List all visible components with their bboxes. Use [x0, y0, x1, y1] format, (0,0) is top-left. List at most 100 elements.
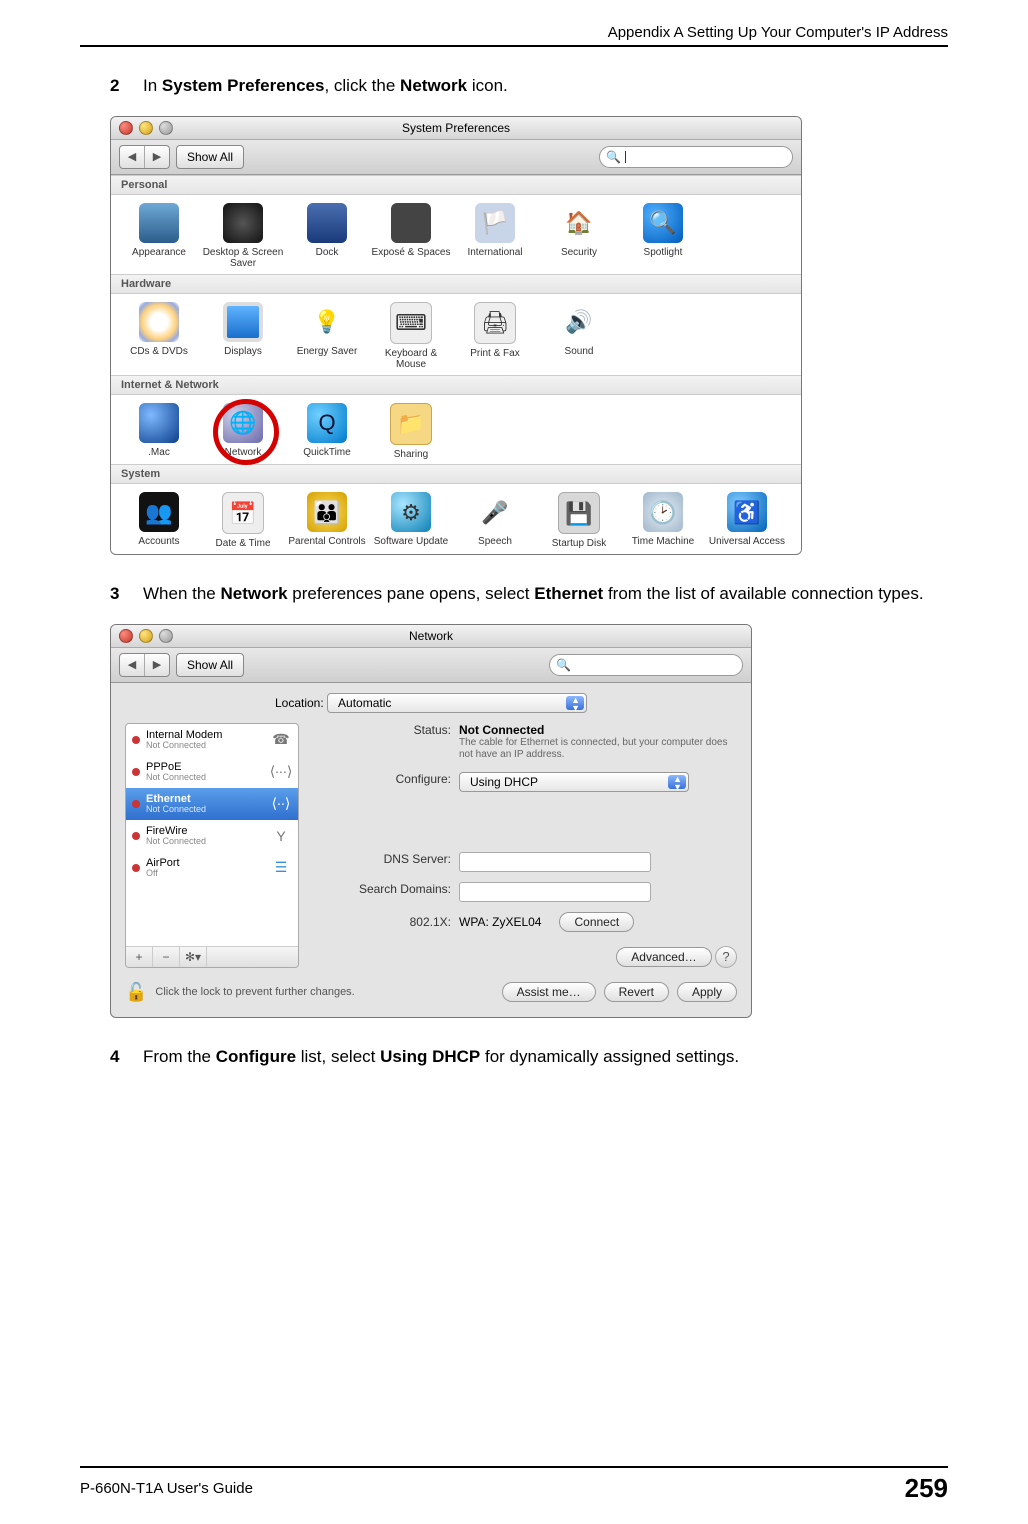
service-pppoe[interactable]: PPPoENot Connected ⟨∙∙∙⟩: [126, 756, 298, 788]
dot1x-value: WPA: ZyXEL04: [459, 915, 541, 929]
search-domains-label: Search Domains:: [311, 882, 451, 896]
page-number: 259: [905, 1473, 948, 1504]
help-button[interactable]: ?: [715, 946, 737, 968]
assist-me-button[interactable]: Assist me…: [502, 982, 596, 1002]
zoom-icon[interactable]: [159, 121, 173, 135]
startup-disk-icon: 💾: [558, 492, 600, 534]
pref-appearance[interactable]: Appearance: [117, 203, 201, 270]
status-dot-icon: [132, 832, 140, 840]
pref-network[interactable]: 🌐Network: [201, 403, 285, 461]
pref-parental[interactable]: 👪Parental Controls: [285, 492, 369, 550]
international-icon: 🏳️: [475, 203, 515, 243]
configure-label: Configure:: [311, 772, 451, 786]
location-label: Location:: [275, 696, 324, 710]
status-value: Not Connected: [459, 723, 544, 737]
display-icon: [223, 302, 263, 342]
sharing-icon: 📁: [390, 403, 432, 445]
status-label: Status:: [311, 723, 451, 737]
minimize-icon[interactable]: [139, 629, 153, 643]
pref-time-machine[interactable]: 🕑Time Machine: [621, 492, 705, 550]
advanced-button[interactable]: Advanced…: [616, 947, 711, 967]
step-text: In System Preferences, click the Network…: [143, 75, 948, 98]
expose-icon: [391, 203, 431, 243]
minimize-icon[interactable]: [139, 121, 153, 135]
pref-speech[interactable]: 🎤Speech: [453, 492, 537, 550]
pref-date-time[interactable]: 📅Date & Time: [201, 492, 285, 550]
service-list-tools: + − ✻▾: [126, 946, 298, 967]
lock-text: Click the lock to prevent further change…: [155, 986, 354, 998]
pref-dotmac[interactable]: .Mac: [117, 403, 201, 461]
forward-icon[interactable]: ▶: [144, 654, 169, 676]
pref-dock[interactable]: Dock: [285, 203, 369, 270]
network-window: Network ◀ ▶ Show All 🔍 Location: Au: [110, 624, 752, 1018]
location-select[interactable]: Automatic ▲▼: [327, 693, 587, 713]
pref-software-update[interactable]: ⚙Software Update: [369, 492, 453, 550]
step-text: From the Configure list, select Using DH…: [143, 1046, 948, 1069]
modem-icon: ☎: [270, 731, 292, 749]
back-icon[interactable]: ◀: [120, 146, 144, 168]
revert-button[interactable]: Revert: [604, 982, 669, 1002]
service-internal-modem[interactable]: Internal ModemNot Connected ☎: [126, 724, 298, 756]
zoom-icon[interactable]: [159, 629, 173, 643]
show-all-button[interactable]: Show All: [176, 145, 244, 169]
show-all-button[interactable]: Show All: [176, 653, 244, 677]
pref-sound[interactable]: 🔊Sound: [537, 302, 621, 371]
close-icon[interactable]: [119, 121, 133, 135]
search-icon: 🔍: [556, 658, 571, 672]
software-update-icon: ⚙: [391, 492, 431, 532]
apply-button[interactable]: Apply: [677, 982, 737, 1002]
pref-universal-access[interactable]: ♿Universal Access: [705, 492, 789, 550]
location-row: Location: Automatic ▲▼: [125, 693, 737, 713]
search-domains-input[interactable]: [459, 882, 651, 902]
section-personal: Appearance Desktop & Screen Saver Dock E…: [111, 195, 801, 274]
service-ethernet[interactable]: EthernetNot Connected ⟨∙∙⟩: [126, 788, 298, 820]
pref-security[interactable]: 🏠Security: [537, 203, 621, 270]
pref-international[interactable]: 🏳️International: [453, 203, 537, 270]
calendar-icon: 📅: [222, 492, 264, 534]
footer-guide: P-660N-T1A User's Guide: [80, 1480, 253, 1497]
pppoe-icon: ⟨∙∙∙⟩: [270, 763, 292, 781]
traffic-lights: [119, 629, 173, 643]
forward-icon[interactable]: ▶: [144, 146, 169, 168]
service-detail: Status: Not Connected The cable for Ethe…: [311, 723, 737, 968]
step-number: 3: [110, 583, 125, 606]
nav-back-forward[interactable]: ◀ ▶: [119, 653, 170, 677]
page-header: Appendix A Setting Up Your Computer's IP…: [80, 24, 948, 47]
speaker-icon: 🔊: [559, 302, 599, 342]
dock-icon: [307, 203, 347, 243]
pref-desktop-screensaver[interactable]: Desktop & Screen Saver: [201, 203, 285, 270]
pref-quicktime[interactable]: QQuickTime: [285, 403, 369, 461]
configure-select[interactable]: Using DHCP ▲▼: [459, 772, 689, 792]
service-airport[interactable]: AirPortOff ☰: [126, 852, 298, 884]
connect-button[interactable]: Connect: [559, 912, 634, 932]
search-icon: 🔍: [606, 150, 621, 164]
pref-cds-dvds[interactable]: CDs & DVDs: [117, 302, 201, 371]
search-input[interactable]: 🔍: [599, 146, 793, 168]
pref-accounts[interactable]: 👥Accounts: [117, 492, 201, 550]
dotmac-icon: [139, 403, 179, 443]
pref-expose-spaces[interactable]: Exposé & Spaces: [369, 203, 453, 270]
service-firewire[interactable]: FireWireNot Connected Y: [126, 820, 298, 852]
remove-service-button[interactable]: −: [153, 947, 180, 967]
step-4: 4 From the Configure list, select Using …: [110, 1046, 948, 1069]
back-icon[interactable]: ◀: [120, 654, 144, 676]
section-personal-label: Personal: [111, 175, 801, 195]
pref-spotlight[interactable]: 🔍Spotlight: [621, 203, 705, 270]
lock-row[interactable]: 🔓 Click the lock to prevent further chan…: [125, 982, 355, 1003]
pref-displays[interactable]: Displays: [201, 302, 285, 371]
pref-keyboard-mouse[interactable]: ⌨Keyboard & Mouse: [369, 302, 453, 371]
pref-sharing[interactable]: 📁Sharing: [369, 403, 453, 461]
add-service-button[interactable]: +: [126, 947, 153, 967]
pref-energy-saver[interactable]: 💡Energy Saver: [285, 302, 369, 371]
close-icon[interactable]: [119, 629, 133, 643]
nav-back-forward[interactable]: ◀ ▶: [119, 145, 170, 169]
service-action-menu[interactable]: ✻▾: [180, 947, 207, 967]
speech-icon: 🎤: [475, 492, 515, 532]
window-title: Network: [409, 629, 453, 643]
airport-icon: ☰: [270, 859, 292, 877]
dot1x-label: 802.1X:: [311, 915, 451, 929]
pref-print-fax[interactable]: 🖨Print & Fax: [453, 302, 537, 371]
dns-input[interactable]: [459, 852, 651, 872]
pref-startup-disk[interactable]: 💾Startup Disk: [537, 492, 621, 550]
search-input[interactable]: 🔍: [549, 654, 743, 676]
